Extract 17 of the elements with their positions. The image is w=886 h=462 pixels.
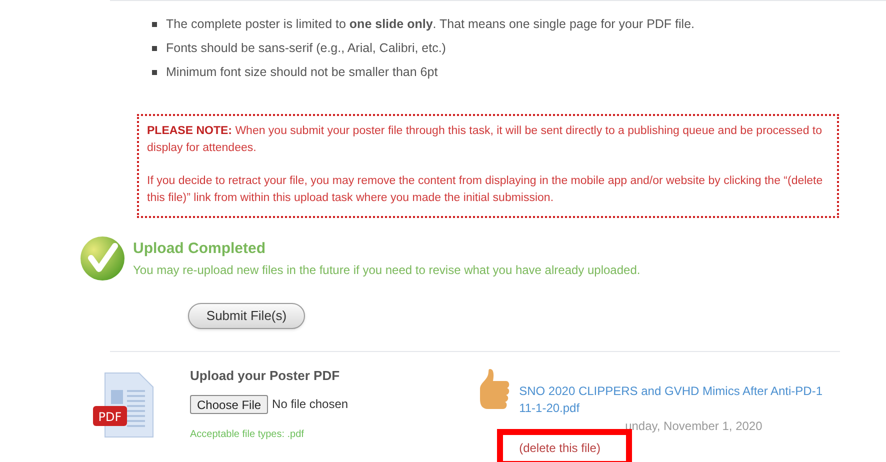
- choose-file-button[interactable]: Choose File: [190, 394, 268, 414]
- bullet-icon: [152, 70, 157, 74]
- guideline-text: Fonts should be sans-serif (e.g., Arial, Calibri, etc.): [166, 40, 446, 57]
- checkmark-icon: [80, 236, 125, 281]
- bullet-icon: [152, 46, 157, 50]
- file-type-hint: Acceptable file types: .pdf: [190, 428, 305, 442]
- status-message: You may re-upload new files in the future if you need to revise what you have already uploaded.: [133, 262, 640, 279]
- status-title: Upload Completed: [133, 239, 267, 260]
- submit-button[interactable]: Submit File(s): [188, 303, 305, 329]
- bullet-icon: [152, 22, 157, 26]
- note-text: If you decide to retract your file, you may remove the content from displaying in the mobile app and/or website by clicking the “(delete this file)” link from within this upload task where you made the initial submission.: [147, 174, 824, 206]
- guideline-text: The complete poster is limited to one slide only. That means one single page for your PDF file.: [166, 16, 694, 33]
- upload-date: unday, November 1, 2020: [625, 418, 764, 435]
- note-text: PLEASE NOTE: When you submit your poster file through this task, it will be sent directly to a publishing queue and be processed to display for attendees.: [147, 124, 824, 156]
- upload-label: Upload your Poster PDF: [190, 367, 341, 385]
- file-status: No file chosen: [272, 396, 348, 413]
- guideline-text: Minimum font size should not be smaller than 6pt: [166, 64, 438, 81]
